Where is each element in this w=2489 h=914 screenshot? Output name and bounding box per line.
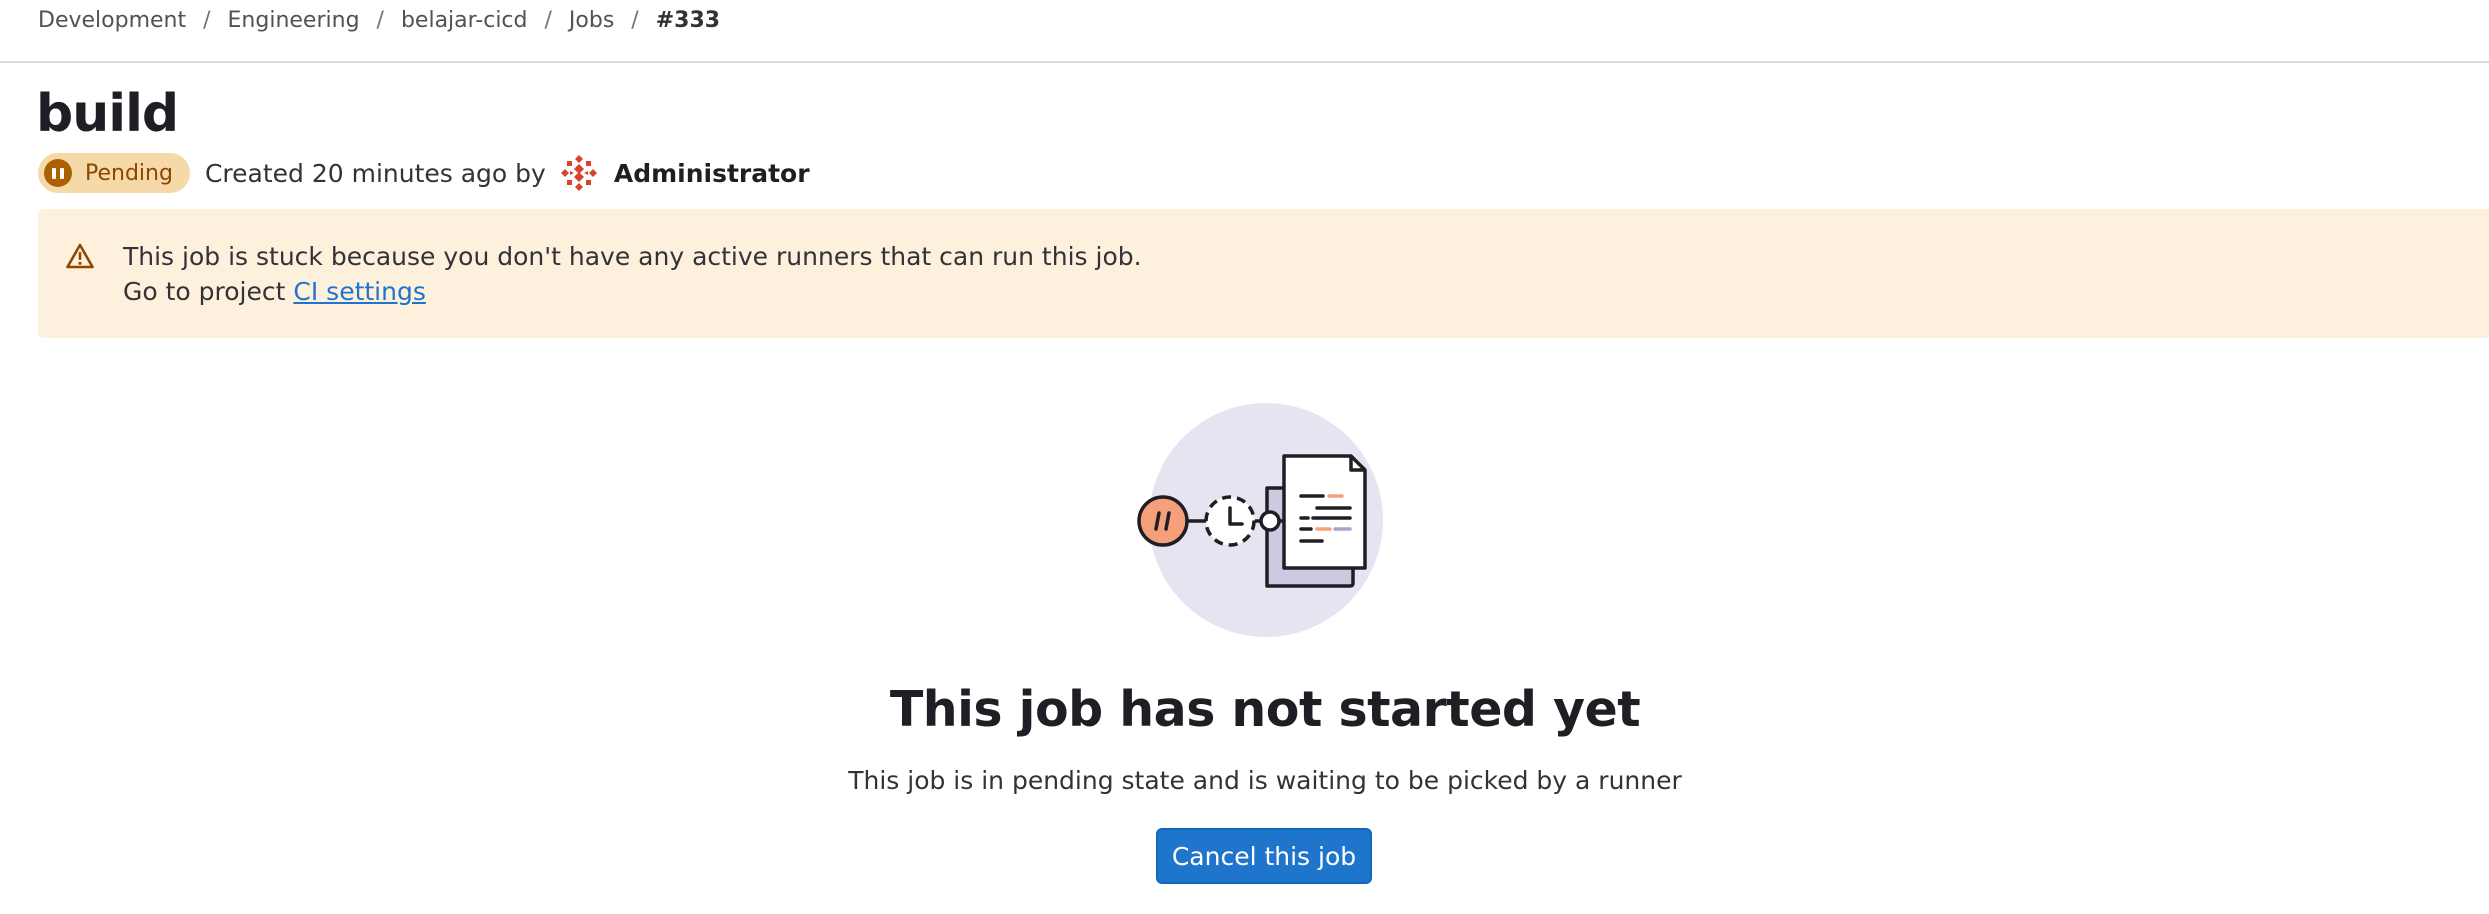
alert-settings-line: Go to project CI settings xyxy=(123,274,1142,309)
breadcrumb-separator: / xyxy=(544,8,552,33)
empty-state-description: This job is in pending state and is wait… xyxy=(848,766,1682,795)
status-badge[interactable]: Pending xyxy=(38,153,190,193)
status-label: Pending xyxy=(85,160,173,186)
page-title: build xyxy=(36,84,179,144)
author-link[interactable]: Administrator xyxy=(614,159,810,188)
stuck-job-alert: This job is stuck because you don't have… xyxy=(38,209,2489,338)
alert-prefix: Go to project xyxy=(123,277,286,306)
breadcrumb: Development / Engineering / belajar-cicd… xyxy=(38,8,720,33)
breadcrumb-project[interactable]: belajar-cicd xyxy=(401,8,528,33)
ci-settings-link[interactable]: CI settings xyxy=(293,277,425,306)
pending-job-illustration xyxy=(1137,403,1383,637)
breadcrumb-development[interactable]: Development xyxy=(38,8,186,33)
empty-state-title: This job has not started yet xyxy=(889,681,1641,738)
avatar[interactable] xyxy=(557,151,601,195)
created-text: Created 20 minutes ago by xyxy=(204,158,546,188)
breadcrumb-engineering[interactable]: Engineering xyxy=(228,8,360,33)
alert-message: This job is stuck because you don't have… xyxy=(123,242,1142,271)
identicon-avatar-icon xyxy=(560,155,597,191)
breadcrumb-current-job[interactable]: #333 xyxy=(656,8,720,33)
warning-icon xyxy=(65,242,95,270)
alert-body: This job is stuck because you don't have… xyxy=(123,239,1142,309)
pause-icon xyxy=(44,159,72,187)
breadcrumb-separator: / xyxy=(203,8,211,33)
top-bar: Development / Engineering / belajar-cicd… xyxy=(0,0,2489,63)
breadcrumb-separator: / xyxy=(631,8,639,33)
job-meta: Pending Created 20 minutes ago by Admini… xyxy=(38,153,810,193)
breadcrumb-separator: / xyxy=(376,8,384,33)
cancel-job-button[interactable]: Cancel this job xyxy=(1156,828,1372,884)
breadcrumb-jobs[interactable]: Jobs xyxy=(569,8,614,33)
